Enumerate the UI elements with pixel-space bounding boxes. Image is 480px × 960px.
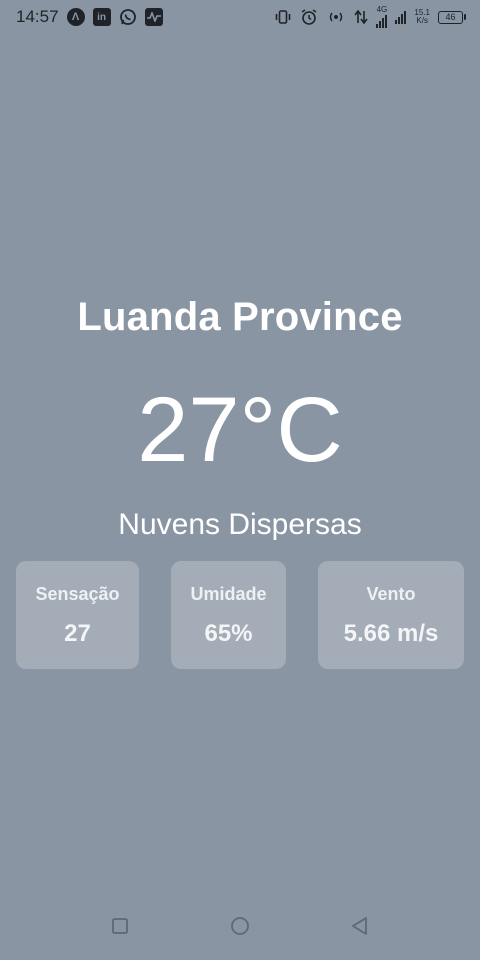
card-label: Vento — [366, 584, 416, 604]
back-triangle-icon[interactable] — [348, 914, 372, 938]
battery-level: 46 — [438, 10, 463, 24]
signal-icon: 4G — [376, 5, 388, 28]
card-value: 65% — [204, 620, 253, 647]
feels-like-card: Sensação 27 — [16, 561, 139, 669]
network-type: 4G — [376, 5, 388, 14]
navigation-bar — [0, 896, 480, 960]
card-value: 27 — [64, 620, 91, 647]
battery-icon: 46 — [438, 10, 466, 24]
hotspot-icon — [326, 9, 346, 25]
network-speed: 15.1 K/s — [414, 8, 430, 25]
weather-description: Nuvens Dispersas — [118, 508, 362, 541]
alarm-icon — [300, 8, 318, 26]
app-a-icon: Λ — [66, 8, 85, 26]
card-label: Umidade — [190, 584, 267, 604]
home-circle-icon[interactable] — [228, 914, 252, 938]
humidity-card: Umidade 65% — [171, 561, 286, 669]
status-bar-right: 4G 15.1 K/s 46 — [274, 6, 466, 28]
activity-icon — [144, 8, 163, 26]
city-name: Luanda Province — [77, 295, 403, 339]
wind-card: Vento 5.66 m/s — [318, 561, 464, 669]
linkedin-icon: in — [92, 8, 111, 26]
vibrate-icon — [274, 9, 292, 25]
card-label: Sensação — [35, 584, 120, 604]
status-bar: 14:57 Λ in 4G 15.1 K/s 46 — [0, 0, 480, 34]
whatsapp-icon — [119, 8, 137, 26]
status-time: 14:57 — [16, 7, 59, 26]
data-arrows-icon — [354, 9, 369, 25]
card-value: 5.66 m/s — [343, 620, 439, 647]
temperature: 27°C — [137, 379, 343, 481]
signal-icon — [395, 10, 407, 24]
recents-square-icon[interactable] — [108, 914, 132, 938]
status-bar-left: 14:57 Λ in — [16, 7, 163, 27]
